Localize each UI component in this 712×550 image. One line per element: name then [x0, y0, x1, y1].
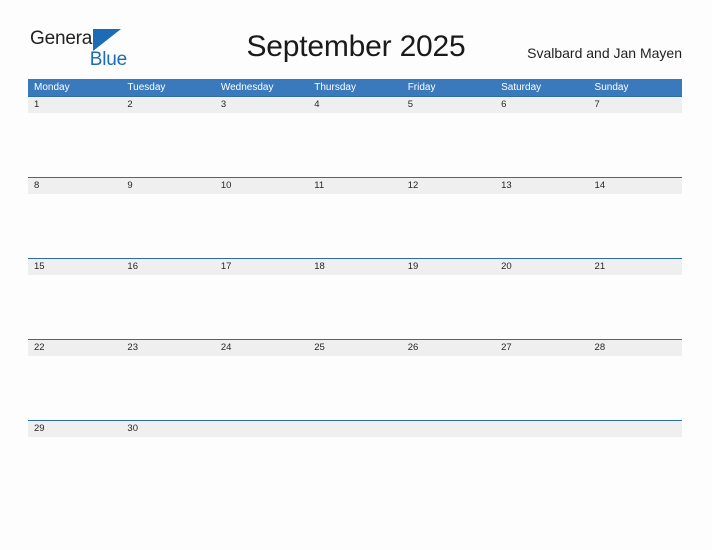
day-cell[interactable]: [215, 275, 308, 339]
day-cell: [402, 437, 495, 501]
date-number[interactable]: 22: [28, 340, 121, 356]
date-cell-empty: [308, 421, 401, 437]
date-cell-empty: [215, 421, 308, 437]
day-cell[interactable]: [495, 356, 588, 420]
date-number[interactable]: 13: [495, 178, 588, 194]
day-cell[interactable]: [121, 356, 214, 420]
date-number[interactable]: 21: [589, 259, 682, 275]
week-row: 8 9 10 11 12 13 14: [28, 177, 682, 258]
date-cell-empty: [589, 421, 682, 437]
day-cell[interactable]: [402, 356, 495, 420]
date-cell-empty: [402, 421, 495, 437]
date-number[interactable]: 4: [308, 97, 401, 113]
date-number[interactable]: 11: [308, 178, 401, 194]
date-number[interactable]: 24: [215, 340, 308, 356]
day-cell: [589, 437, 682, 501]
day-cell[interactable]: [121, 113, 214, 177]
date-number[interactable]: 29: [28, 421, 121, 437]
week-event-area: [28, 113, 682, 177]
day-cell[interactable]: [28, 437, 121, 501]
day-cell[interactable]: [495, 194, 588, 258]
date-number[interactable]: 2: [121, 97, 214, 113]
date-number[interactable]: 15: [28, 259, 121, 275]
day-cell[interactable]: [215, 194, 308, 258]
date-number[interactable]: 30: [121, 421, 214, 437]
page-header: General Blue September 2025 Svalbard and…: [0, 0, 712, 78]
day-cell[interactable]: [121, 194, 214, 258]
weekday-header-sunday: Sunday: [594, 82, 629, 93]
day-cell: [308, 437, 401, 501]
day-cell[interactable]: [495, 275, 588, 339]
date-number[interactable]: 27: [495, 340, 588, 356]
date-number[interactable]: 17: [215, 259, 308, 275]
day-cell[interactable]: [215, 356, 308, 420]
weekday-header-row: Monday Tuesday Wednesday Thursday Friday…: [28, 79, 682, 96]
day-cell[interactable]: [308, 194, 401, 258]
date-number[interactable]: 12: [402, 178, 495, 194]
week-event-area: [28, 275, 682, 339]
week-event-area: [28, 194, 682, 258]
date-number[interactable]: 26: [402, 340, 495, 356]
weekday-header-tuesday: Tuesday: [127, 82, 166, 93]
date-number[interactable]: 25: [308, 340, 401, 356]
weekday-header-wednesday: Wednesday: [220, 82, 274, 93]
date-number[interactable]: 20: [495, 259, 588, 275]
week-event-area: [28, 437, 682, 501]
week-row: 15 16 17 18 19 20 21: [28, 258, 682, 339]
weekday-header-friday: Friday: [407, 82, 436, 93]
week-date-band: 22 23 24 25 26 27 28: [28, 339, 682, 356]
date-number[interactable]: 7: [589, 97, 682, 113]
week-date-band: 15 16 17 18 19 20 21: [28, 258, 682, 275]
day-cell[interactable]: [308, 275, 401, 339]
date-number[interactable]: 5: [402, 97, 495, 113]
day-cell[interactable]: [28, 113, 121, 177]
day-cell[interactable]: [589, 275, 682, 339]
week-date-band: 1 2 3 4 5 6 7: [28, 96, 682, 113]
day-cell[interactable]: [28, 275, 121, 339]
region-label: Svalbard and Jan Mayen: [527, 45, 682, 61]
date-number[interactable]: 6: [495, 97, 588, 113]
day-cell[interactable]: [589, 356, 682, 420]
day-cell: [215, 437, 308, 501]
date-number[interactable]: 3: [215, 97, 308, 113]
date-number[interactable]: 1: [28, 97, 121, 113]
day-cell[interactable]: [402, 275, 495, 339]
day-cell[interactable]: [589, 113, 682, 177]
calendar-grid: Monday Tuesday Wednesday Thursday Friday…: [28, 79, 682, 501]
day-cell[interactable]: [308, 113, 401, 177]
day-cell[interactable]: [121, 275, 214, 339]
weekday-header-saturday: Saturday: [501, 82, 542, 93]
day-cell[interactable]: [28, 194, 121, 258]
date-number[interactable]: 28: [589, 340, 682, 356]
week-row: 29 30: [28, 420, 682, 501]
week-row: 1 2 3 4 5 6 7: [28, 96, 682, 177]
day-cell[interactable]: [589, 194, 682, 258]
day-cell[interactable]: [402, 113, 495, 177]
week-date-band: 29 30: [28, 420, 682, 437]
week-row: 22 23 24 25 26 27 28: [28, 339, 682, 420]
date-number[interactable]: 8: [28, 178, 121, 194]
day-cell[interactable]: [308, 356, 401, 420]
date-number[interactable]: 9: [121, 178, 214, 194]
weekday-header-monday: Monday: [34, 82, 70, 93]
date-number[interactable]: 10: [215, 178, 308, 194]
day-cell[interactable]: [121, 437, 214, 501]
day-cell[interactable]: [215, 113, 308, 177]
date-cell-empty: [495, 421, 588, 437]
day-cell[interactable]: [402, 194, 495, 258]
week-event-area: [28, 356, 682, 420]
week-date-band: 8 9 10 11 12 13 14: [28, 177, 682, 194]
date-number[interactable]: 18: [308, 259, 401, 275]
date-number[interactable]: 16: [121, 259, 214, 275]
date-number[interactable]: 23: [121, 340, 214, 356]
weekday-header-thursday: Thursday: [314, 82, 356, 93]
date-number[interactable]: 14: [589, 178, 682, 194]
date-number[interactable]: 19: [402, 259, 495, 275]
day-cell: [495, 437, 588, 501]
day-cell[interactable]: [495, 113, 588, 177]
day-cell[interactable]: [28, 356, 121, 420]
